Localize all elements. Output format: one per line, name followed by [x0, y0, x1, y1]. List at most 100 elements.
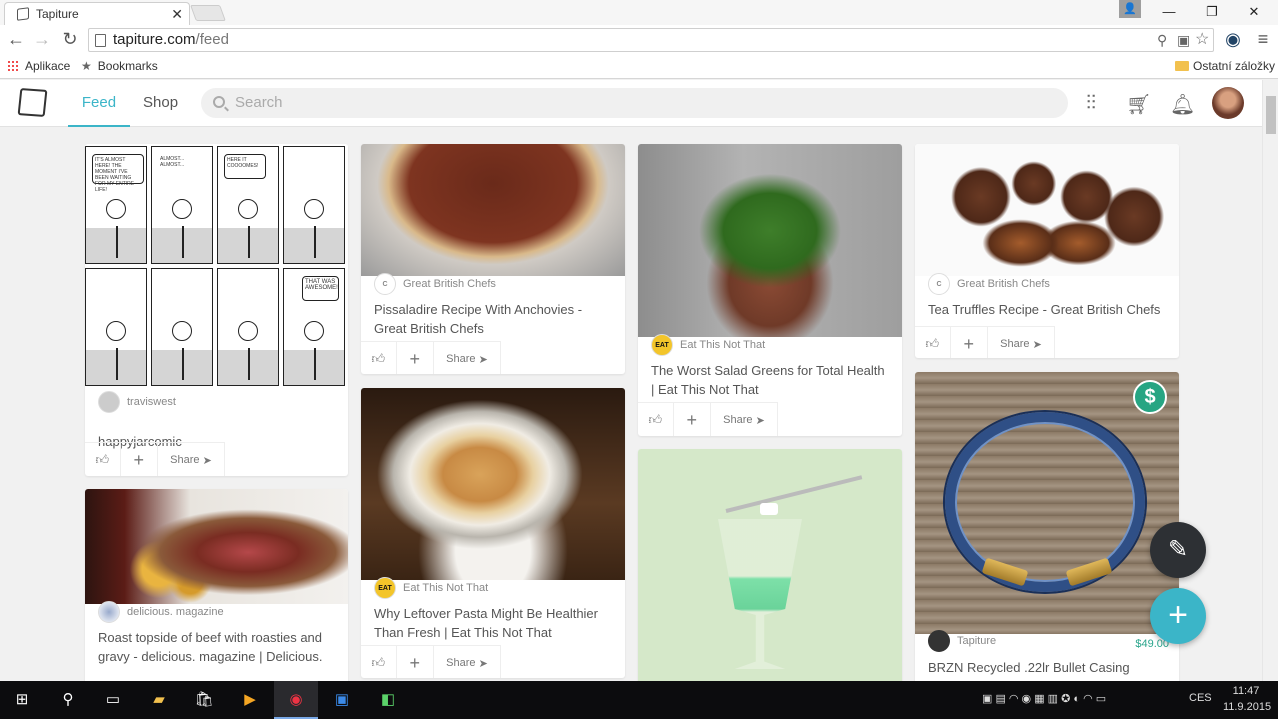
windows-taskbar: ⊞ ⚲ ▭ ▰ 🛍︎ ▶ ◉ ▣ ◧ ▣ ▤ ◠ ◉ ▦ ▥ ✪ ◐ ◠ ▭ C…	[0, 681, 1278, 719]
feed-card-pissaladire[interactable]: C Great British Chefs Pissaladire Recipe …	[361, 144, 625, 374]
windows-start-icon[interactable]: ⊞	[9, 687, 35, 713]
bookmarks-folder[interactable]: ★ Bookmarks	[81, 59, 158, 73]
add-icon[interactable]: +	[397, 342, 434, 374]
add-icon[interactable]: +	[121, 443, 158, 476]
feed-grid: IT'S ALMOST HERE! THE MOMENT I'VE BEEN W…	[0, 128, 1262, 681]
card-actions: 👍︎ + Share ➤	[915, 326, 1055, 358]
menu-icon[interactable]: ≡	[1252, 29, 1274, 50]
search-icon[interactable]: ⚲	[55, 687, 81, 713]
card-source[interactable]: C Great British Chefs	[374, 273, 496, 295]
filter-sliders-icon[interactable]: ⫶⫶	[1086, 92, 1096, 115]
feed-card-happyjar[interactable]: IT'S ALMOST HERE! THE MOMENT I'VE BEEN W…	[85, 144, 348, 476]
tray-icons[interactable]: ▣ ▤ ◠ ◉ ▦ ▥ ✪ ◐ ◠ ▭	[982, 692, 1106, 705]
card-source[interactable]: delicious. magazine	[98, 601, 224, 623]
like-icon[interactable]: 👍︎	[915, 327, 951, 358]
for-sale-badge[interactable]: $	[1133, 380, 1167, 414]
card-title[interactable]: BRZN Recycled .22lr Bullet Casing	[928, 658, 1167, 677]
share-button[interactable]: Share ➤	[158, 443, 225, 476]
minimize-button[interactable]: —	[1149, 2, 1189, 22]
chrome-extension-icon[interactable]: ◉	[1222, 29, 1244, 50]
taskbar-chrome[interactable]: ◉	[274, 681, 318, 719]
card-title[interactable]: The Worst Salad Greens for Total Health …	[651, 361, 890, 399]
feed-card-pasta[interactable]: EAT Eat This Not That Why Leftover Pasta …	[361, 388, 625, 678]
extension-icon[interactable]: ▣	[1177, 29, 1190, 51]
search-icon	[213, 96, 225, 108]
feed-card-absinthe[interactable]	[638, 449, 902, 681]
share-button[interactable]: Share ➤	[988, 327, 1055, 358]
nav-feed[interactable]: Feed	[68, 80, 130, 127]
card-source[interactable]: C Great British Chefs	[928, 273, 1050, 295]
other-bookmarks[interactable]: Ostatní záložky	[1175, 59, 1275, 73]
translate-icon[interactable]: ⚲	[1157, 29, 1167, 51]
clock-date[interactable]: 11.9.2015	[1220, 701, 1274, 713]
search-input[interactable]: Search	[201, 88, 1068, 118]
feed-card-greens[interactable]: EAT Eat This Not That The Worst Salad Gre…	[638, 144, 902, 436]
beef-image[interactable]	[85, 489, 348, 604]
store-icon[interactable]: 🛍︎	[191, 687, 217, 713]
absinthe-image[interactable]	[638, 449, 902, 681]
card-source[interactable]: EAT Eat This Not That	[651, 334, 765, 356]
app-color-icon[interactable]: ◧	[375, 687, 401, 713]
card-title[interactable]: Tea Truffles Recipe - Great British Chef…	[928, 300, 1167, 319]
greens-image[interactable]	[638, 144, 902, 337]
clock-time[interactable]: 11:47	[1231, 685, 1261, 697]
truffles-image[interactable]	[915, 144, 1179, 276]
like-icon[interactable]: 👍︎	[85, 443, 121, 476]
like-icon[interactable]: 👍︎	[361, 342, 397, 374]
pasta-image[interactable]	[361, 388, 625, 580]
card-actions: 👍︎ + Share ➤	[361, 341, 501, 374]
tapiture-favicon-icon	[17, 7, 29, 21]
nav-shop[interactable]: Shop	[143, 80, 178, 126]
feed-card-bracelet[interactable]: $ Tapiture $49.00 BRZN Recycled .22lr Bu…	[915, 372, 1179, 681]
close-tab-icon[interactable]: ✕	[171, 6, 183, 23]
source-avatar: EAT	[651, 334, 673, 356]
like-icon[interactable]: 👍︎	[638, 403, 674, 436]
card-source[interactable]: traviswest	[98, 391, 176, 413]
user-avatar[interactable]	[1212, 87, 1244, 119]
card-source[interactable]: Tapiture	[928, 630, 996, 652]
comic-image[interactable]: IT'S ALMOST HERE! THE MOMENT I'VE BEEN W…	[85, 144, 348, 394]
chrome-icon: ◉	[289, 691, 303, 708]
apps-bookmark[interactable]: Aplikace	[7, 59, 70, 73]
app-icon[interactable]: ▣	[329, 687, 355, 713]
bracelet-image[interactable]	[915, 372, 1179, 634]
scrollbar-thumb[interactable]	[1266, 96, 1276, 134]
share-button[interactable]: Share ➤	[434, 342, 501, 374]
card-title[interactable]: Pissaladire Recipe With Anchovies - Grea…	[374, 300, 613, 338]
keyboard-language[interactable]: CES	[1189, 692, 1212, 704]
card-source[interactable]: EAT Eat This Not That	[374, 577, 488, 599]
edit-pencil-button[interactable]: ✎	[1150, 522, 1206, 578]
feed-card-truffles[interactable]: C Great British Chefs Tea Truffles Recipe…	[915, 144, 1179, 358]
card-title[interactable]: Roast topside of beef with roasties and …	[98, 628, 336, 666]
restore-button[interactable]: ❐	[1192, 2, 1232, 22]
tab-title: Tapiture	[36, 7, 79, 21]
add-icon[interactable]: +	[674, 403, 711, 436]
add-icon[interactable]: +	[951, 327, 988, 358]
send-icon: ➤	[478, 353, 488, 366]
feed-card-beef[interactable]: delicious. magazine Roast topside of bee…	[85, 489, 348, 681]
cart-icon[interactable]: 🛒︎	[1126, 92, 1151, 117]
card-actions: 👍︎ + Share ➤	[85, 442, 225, 476]
share-button[interactable]: Share ➤	[434, 646, 501, 678]
add-post-button[interactable]: +	[1150, 588, 1206, 644]
task-view-icon[interactable]: ▭	[100, 687, 126, 713]
browser-tab[interactable]: Tapiture ✕	[4, 2, 190, 25]
tapiture-logo-icon[interactable]	[17, 88, 48, 117]
like-icon[interactable]: 👍︎	[361, 646, 397, 678]
page-scrollbar[interactable]	[1262, 80, 1278, 681]
profile-icon[interactable]: 👤	[1119, 0, 1141, 18]
pissaladire-image[interactable]	[361, 144, 625, 276]
file-explorer-icon[interactable]: ▰	[146, 687, 172, 713]
forward-icon[interactable]: →	[31, 29, 53, 50]
reload-icon[interactable]: ↻	[59, 29, 81, 50]
share-button[interactable]: Share ➤	[711, 403, 778, 436]
close-window-button[interactable]: ✕	[1234, 2, 1274, 22]
card-title[interactable]: Why Leftover Pasta Might Be Healthier Th…	[374, 604, 613, 642]
media-player-icon[interactable]: ▶	[237, 687, 263, 713]
notifications-bell-icon[interactable]: 🔔︎	[1170, 92, 1195, 117]
bookmark-star-icon[interactable]: ☆	[1195, 29, 1209, 51]
add-icon[interactable]: +	[397, 646, 434, 678]
new-tab-button[interactable]	[190, 5, 226, 21]
address-bar[interactable]: tapiture.com/feed ⚲ ▣ ☆	[88, 28, 1214, 52]
back-icon[interactable]: ←	[5, 29, 27, 50]
